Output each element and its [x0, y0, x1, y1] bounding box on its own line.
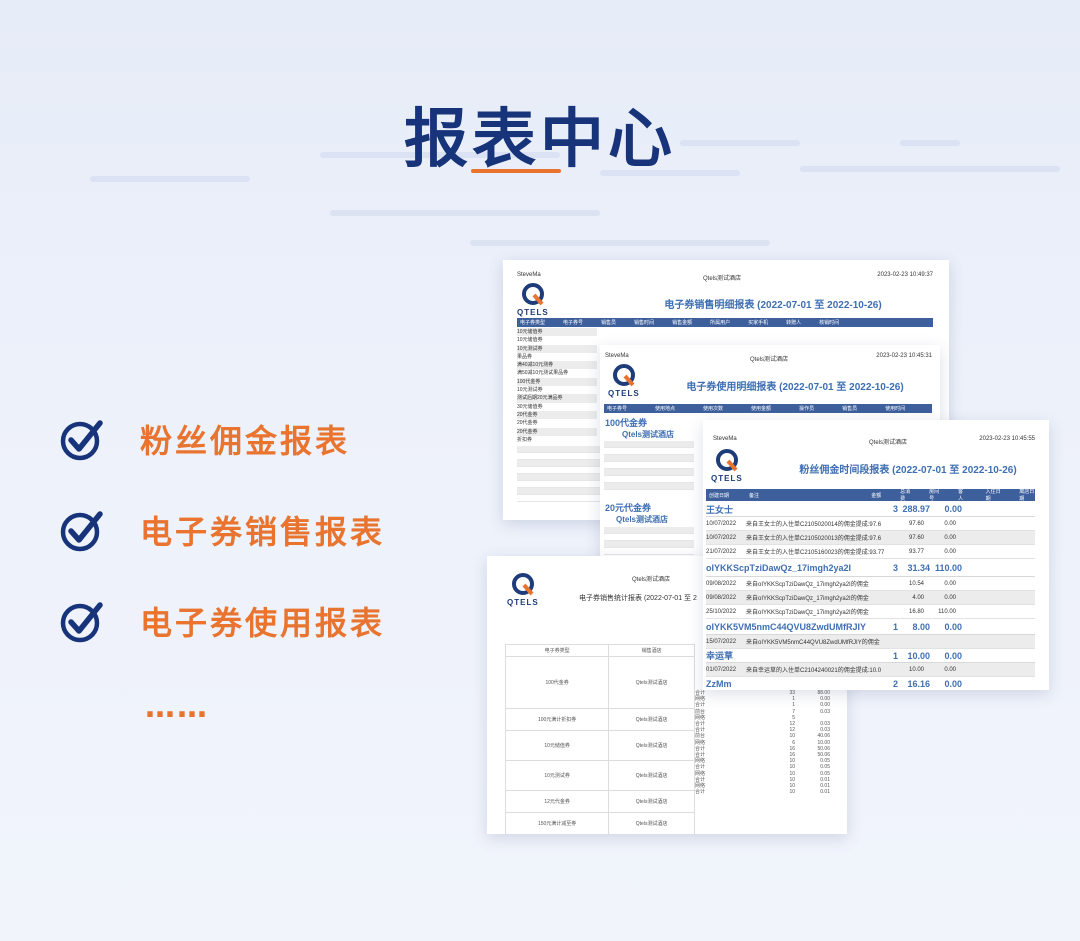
commission-group: ZzMm 2 16.16 0.00: [706, 679, 962, 689]
feature-fan-commission: 粉丝佣金报表: [60, 414, 350, 464]
report-user: SteveMa: [605, 353, 629, 359]
feature-label: 粉丝佣金报表: [140, 422, 351, 460]
commission-group: 王女士 3 288.97 0.00: [706, 502, 1035, 517]
commission-group: 幸运草 1 10.00 0.00: [706, 649, 1035, 663]
usage-group: 20元代金券: [605, 503, 652, 513]
report-hotel: Qtels测试酒店: [632, 577, 671, 583]
commission-row: 15/07/2022 来自oIYKK5VM5nmC44QVU8ZwdUMfRJIY…: [706, 635, 1035, 649]
report-title: 电子券使用明细报表 (2022-07-01 至 2022-10-26): [686, 382, 904, 393]
report-header-bar: 电子券号 使用地点 使用次数 使用金额 操作员 销售员 使用时间: [604, 404, 932, 413]
commission-body: 王女士 3 288.97 0.00 10/07/2022 来自王女士的入住单C21…: [706, 502, 1035, 690]
commission-row: 09/08/2022 来自oIYKKScpTziDawQz_17imgh2ya2I…: [706, 577, 1035, 591]
feature-coupon-usage: 电子券使用报表: [60, 596, 385, 646]
report-type-column: 10元储值券 10元储值券 10元测试券 果品券 满40减10元测券 满50减1…: [517, 328, 597, 444]
report-user: SteveMa: [713, 436, 737, 442]
usage-subgroup: Qtels测试酒店: [622, 430, 675, 439]
feature-coupon-sales: 电子券销售报表: [60, 505, 385, 555]
feature-label: 电子券销售报表: [140, 513, 386, 551]
commission-row: 10/07/2022 来自王女士的入住单C2105020014的佣金提成:97.6…: [706, 517, 1035, 531]
report-header-bar: 创建日期 备注 金额 总消费 房间号 客人 入住日期 离店日期: [706, 489, 1035, 502]
report-hotel: Qtels测试酒店: [703, 276, 742, 282]
report-timestamp: 2023-02-23 10:45:55: [979, 436, 1035, 442]
usage-group: 100代金券: [605, 418, 648, 428]
report-fan-commission: SteveMa Qtels测试酒店 2023-02-23 10:45:55 QT…: [703, 420, 1049, 690]
report-user: SteveMa: [517, 272, 541, 278]
page-title: 报表中心: [404, 103, 676, 177]
qtels-logo: QTELS: [608, 363, 640, 398]
commission-row: 10/07/2022 来自王女士的入住单C2105020013的佣金提成:97.6…: [706, 531, 1035, 545]
more-ellipsis: ……: [145, 690, 209, 725]
report-hotel: Qtels测试酒店: [750, 357, 789, 363]
commission-row: 01/07/2022 来自幸运草的入住单C2104240021的佣金提成:10.0…: [706, 663, 1035, 677]
report-header-bar: 电子券类型 电子券号 销售员 销售时间 销售金额 所属用户 买家手机 转赠人 核销时间: [517, 318, 933, 327]
check-icon: [60, 602, 103, 643]
usage-row-lines: [604, 527, 694, 555]
qtels-logo: QTELS: [507, 572, 539, 607]
commission-group: oIYKKScpTziDawQz_17imgh2ya2I 3 31.34 110…: [706, 559, 1035, 577]
stats-table: 电子券类型 销售酒店 100代金券 Qtels测试酒店 100元满计折扣券 Qtels…: [504, 644, 695, 834]
commission-row: 21/07/2022 来自王女士的入住单C2105160023的佣金提成:93.7…: [706, 545, 1035, 559]
report-timestamp: 2023-02-23 10:49:37: [877, 272, 933, 278]
report-timestamp: 2023-02-23 10:45:31: [876, 353, 932, 359]
report-title: 粉丝佣金时间段报表 (2022-07-01 至 2022-10-26): [799, 465, 1017, 476]
title-underline: [471, 169, 561, 173]
commission-row: 09/08/2022 来自oIYKKScpTziDawQz_17imgh2ya2I…: [706, 591, 1035, 605]
report-hotel: Qtels测试酒店: [869, 440, 908, 446]
report-row-lines: [517, 446, 607, 502]
check-icon: [60, 420, 103, 461]
qtels-logo: QTELS: [711, 448, 743, 483]
report-title: 电子券销售统计报表 (2022-07-01 至 2: [579, 595, 697, 602]
commission-group: oIYKK5VM5nmC44QVU8ZwdUMfRJIY 1 8.00 0.00: [706, 619, 1035, 635]
commission-row: 25/10/2022 来自oIYKKScpTziDawQz_17imgh2ya2I…: [706, 605, 1035, 619]
report-title: 电子券销售明细报表 (2022-07-01 至 2022-10-26): [664, 300, 882, 311]
qtels-logo: QTELS: [517, 282, 549, 317]
check-icon: [60, 511, 103, 552]
feature-label: 电子券使用报表: [140, 604, 386, 642]
usage-subgroup: Qtels测试酒店: [616, 515, 669, 524]
stats-right-rows: 合计 33 88.00 网络 1 0.00 合计 1 0.00 前台 7 0.03 网络 5 合计…: [695, 690, 830, 796]
usage-row-lines: [604, 441, 694, 490]
